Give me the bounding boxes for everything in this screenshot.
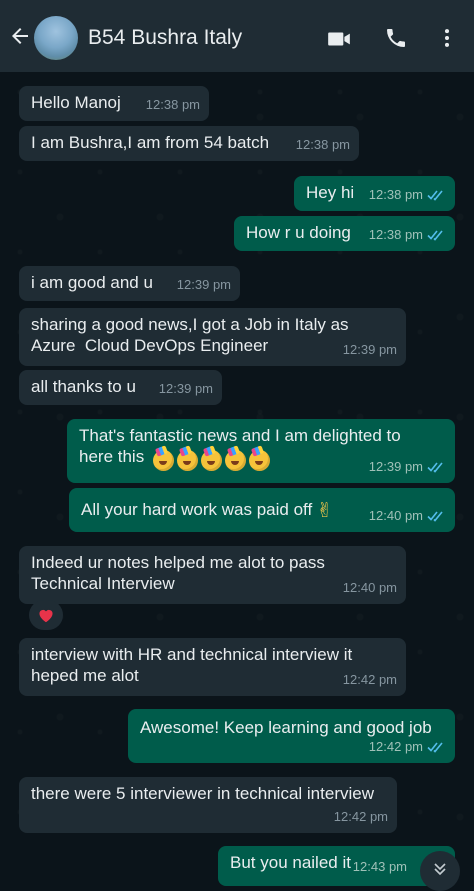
contact-name[interactable]: B54 Bushra Italy xyxy=(88,26,242,50)
message-time: 12:42 pm xyxy=(342,672,397,687)
read-receipt-icon xyxy=(427,189,443,201)
message-incoming[interactable]: i am good and u 12:39 pm xyxy=(19,266,240,301)
heart-icon xyxy=(39,609,53,623)
message-incoming[interactable]: Indeed ur notes helped me alot to pass T… xyxy=(19,546,406,604)
message-time: 12:42 pm xyxy=(333,809,388,824)
reaction-badge[interactable] xyxy=(29,600,63,630)
message-text: How r u doing xyxy=(246,223,351,242)
partying-face-icon xyxy=(153,450,174,471)
partying-face-icon xyxy=(249,450,270,471)
message-time: 12:43 pm xyxy=(352,859,407,874)
double-chevron-down-icon xyxy=(434,863,446,876)
message-time: 12:40 pm xyxy=(342,580,397,595)
read-receipt-icon xyxy=(427,741,443,753)
message-time: 12:40 pm xyxy=(368,508,423,523)
message-text: Hello Manoj xyxy=(31,93,121,112)
message-time: 12:39 pm xyxy=(368,459,423,474)
message-time: 12:38 pm xyxy=(368,227,423,242)
message-incoming[interactable]: I am Bushra,I am from 54 batch 12:38 pm xyxy=(19,126,359,161)
more-options-icon[interactable] xyxy=(436,26,458,50)
message-text: But you nailed it xyxy=(230,853,351,872)
message-text: i am good and u xyxy=(31,273,153,292)
partying-face-icon xyxy=(201,450,222,471)
read-receipt-icon xyxy=(427,229,443,241)
message-outgoing[interactable]: Awesome! Keep learning and good job 12:4… xyxy=(128,709,455,763)
scroll-to-bottom-button[interactable] xyxy=(420,851,460,891)
message-time: 12:42 pm xyxy=(368,739,423,754)
message-time: 12:38 pm xyxy=(368,187,423,202)
message-incoming[interactable]: interview with HR and technical intervie… xyxy=(19,638,406,696)
message-outgoing[interactable]: That's fantastic news and I am delighted… xyxy=(67,419,455,483)
message-text: Awesome! Keep learning and good job xyxy=(140,718,432,737)
celebration-emojis xyxy=(153,450,273,472)
message-incoming[interactable]: there were 5 interviewer in technical in… xyxy=(19,777,397,833)
message-outgoing[interactable]: Hey hi 12:38 pm xyxy=(294,176,455,211)
message-time: 12:38 pm xyxy=(145,97,200,112)
message-time: 12:39 pm xyxy=(176,277,231,292)
read-receipt-icon xyxy=(427,510,443,522)
video-call-icon[interactable] xyxy=(326,26,352,52)
partying-face-icon xyxy=(225,450,246,471)
message-incoming[interactable]: sharing a good news,I got a Job in Italy… xyxy=(19,308,406,366)
message-outgoing[interactable]: All your hard work was paid off ✌ 12:40 p… xyxy=(69,488,455,532)
message-text: Hey hi xyxy=(306,183,355,202)
back-arrow-icon[interactable] xyxy=(8,24,32,48)
message-text: interview with HR and technical intervie… xyxy=(31,645,353,685)
message-text: Indeed ur notes helped me alot to pass T… xyxy=(31,553,325,593)
victory-hand-icon: ✌ xyxy=(316,500,333,522)
chat-header: B54 Bushra Italy xyxy=(0,0,474,72)
message-text: there were 5 interviewer in technical in… xyxy=(31,784,374,803)
message-time: 12:39 pm xyxy=(342,342,397,357)
message-text: sharing a good news,I got a Job in Italy… xyxy=(31,315,349,355)
message-text: I am Bushra,I am from 54 batch xyxy=(31,133,270,152)
message-time: 12:38 pm xyxy=(295,137,350,152)
message-time: 12:39 pm xyxy=(158,381,213,396)
message-text: all thanks to u xyxy=(31,377,136,396)
voice-call-icon[interactable] xyxy=(384,26,408,50)
message-outgoing[interactable]: How r u doing 12:38 pm xyxy=(234,216,455,251)
message-incoming[interactable]: Hello Manoj 12:38 pm xyxy=(19,86,209,121)
read-receipt-icon xyxy=(427,461,443,473)
message-incoming[interactable]: all thanks to u 12:39 pm xyxy=(19,370,222,405)
partying-face-icon xyxy=(177,450,198,471)
contact-avatar[interactable] xyxy=(34,16,78,60)
message-text: All your hard work was paid off xyxy=(81,500,313,519)
